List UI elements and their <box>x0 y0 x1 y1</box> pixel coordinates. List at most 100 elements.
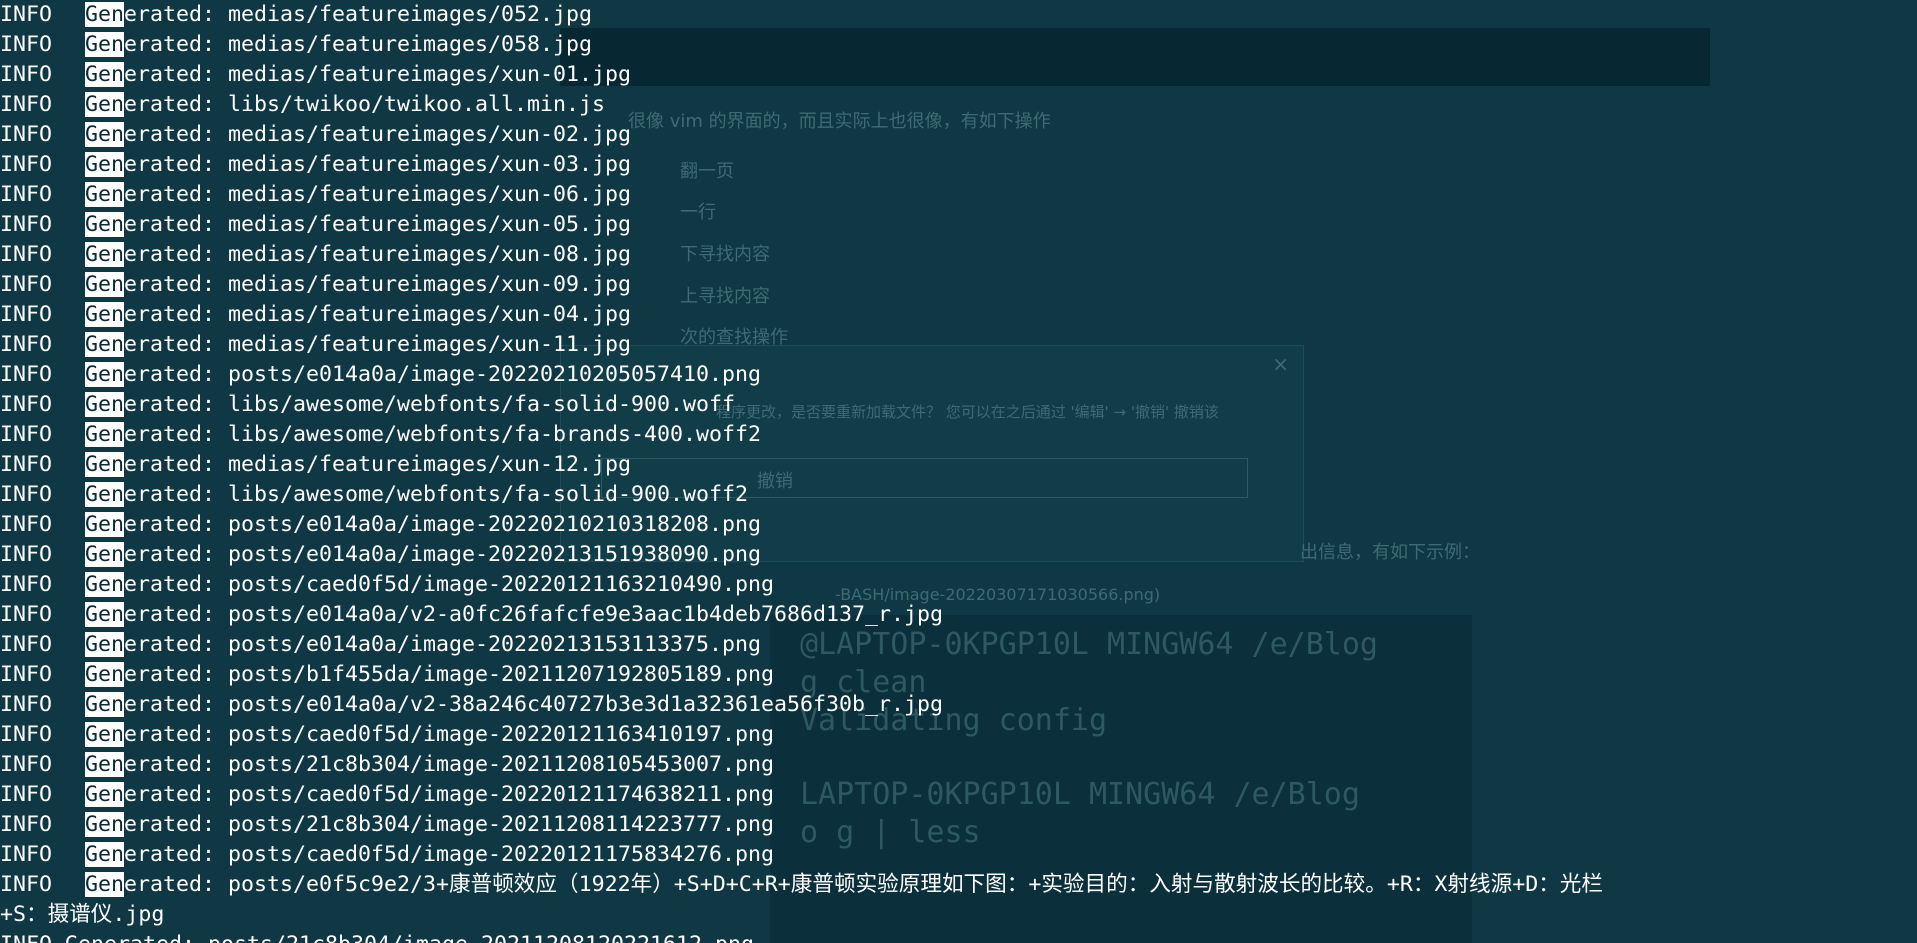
log-path: erated: posts/caed0f5d/image-20220121163… <box>124 572 775 597</box>
log-level: INFO <box>0 182 53 207</box>
log-message: Generated: libs/awesome/webfonts/fa-soli… <box>85 480 748 510</box>
log-path: erated: medias/featureimages/xun-01.jpg <box>124 62 632 87</box>
log-level: INFO <box>0 782 53 807</box>
log-level: INFO <box>0 602 53 627</box>
log-path: erated: posts/e014a0a/image-202202102050… <box>124 362 762 387</box>
log-path: erated: posts/e014a0a/v2-38a246c40727b3e… <box>124 692 944 717</box>
log-path: erated: medias/featureimages/xun-02.jpg <box>124 122 632 147</box>
log-level: INFO <box>0 812 53 837</box>
log-path: erated: libs/twikoo/twikoo.all.min.js <box>124 92 606 117</box>
log-level: INFO <box>0 212 53 237</box>
search-highlight: Gen <box>85 782 125 807</box>
log-path: erated: medias/featureimages/xun-05.jpg <box>124 212 632 237</box>
log-path: erated: posts/e014a0a/v2-a0fc26fafcfe9e3… <box>124 602 944 627</box>
log-level: INFO <box>0 242 53 267</box>
search-highlight: Gen <box>85 62 125 87</box>
search-highlight: Gen <box>85 842 125 867</box>
log-level: INFO <box>0 542 53 567</box>
log-message: Generated: posts/e014a0a/image-202202131… <box>85 540 761 570</box>
log-message: Generated: libs/awesome/webfonts/fa-soli… <box>85 390 735 420</box>
log-level: INFO <box>0 482 53 507</box>
log-level: INFO <box>0 362 53 387</box>
search-highlight: Gen <box>85 92 125 117</box>
log-path: erated: medias/featureimages/xun-03.jpg <box>124 152 632 177</box>
log-path: erated: posts/caed0f5d/image-20220121175… <box>124 842 775 867</box>
log-level: INFO <box>0 692 53 717</box>
search-highlight: Gen <box>85 212 125 237</box>
log-line-partial: INFO Generated: posts/21c8b304/image-202… <box>0 930 754 943</box>
log-level: INFO <box>0 872 53 897</box>
log-level: INFO <box>0 92 53 117</box>
search-highlight: Gen <box>85 722 125 747</box>
log-message: Generated: posts/e014a0a/v2-a0fc26fafcfe… <box>85 600 943 630</box>
search-highlight: Gen <box>85 242 125 267</box>
log-path: erated: medias/featureimages/xun-06.jpg <box>124 182 632 207</box>
search-highlight: Gen <box>85 272 125 297</box>
log-message: Generated: libs/twikoo/twikoo.all.min.js <box>85 90 605 120</box>
search-highlight: Gen <box>85 872 125 897</box>
log-message: Generated: posts/e014a0a/image-202202131… <box>85 630 761 660</box>
search-highlight: Gen <box>85 362 125 387</box>
search-highlight: Gen <box>85 422 125 447</box>
log-line-wrap-continuation: +S：摄谱仪.jpg <box>0 902 165 927</box>
log-path: erated: posts/e014a0a/image-202202131531… <box>124 632 762 657</box>
log-path: erated: medias/featureimages/058.jpg <box>124 32 593 57</box>
log-level: INFO <box>0 662 53 687</box>
log-path: erated: posts/21c8b304/image-20211208114… <box>124 812 775 837</box>
log-level: INFO <box>0 752 53 777</box>
log-path: erated: libs/awesome/webfonts/fa-solid-9… <box>124 482 749 507</box>
log-level: INFO <box>0 272 53 297</box>
log-path: erated: libs/awesome/webfonts/fa-brands-… <box>124 422 762 447</box>
search-highlight: Gen <box>85 512 125 537</box>
log-level: INFO <box>0 512 53 537</box>
log-path: erated: medias/featureimages/052.jpg <box>124 2 593 27</box>
log-level: INFO <box>0 722 53 747</box>
search-highlight: Gen <box>85 752 125 777</box>
log-path: erated: medias/featureimages/xun-11.jpg <box>124 332 632 357</box>
log-message: Generated: medias/featureimages/xun-06.j… <box>85 180 631 210</box>
log-level: INFO <box>0 842 53 867</box>
log-level: INFO <box>0 452 53 477</box>
log-level: INFO <box>0 392 53 417</box>
log-message: Generated: medias/featureimages/xun-03.j… <box>85 150 631 180</box>
log-level: INFO <box>0 332 53 357</box>
log-message: Generated: posts/e014a0a/image-202202102… <box>85 510 761 540</box>
log-message: Generated: posts/21c8b304/image-20211208… <box>85 750 774 780</box>
log-path: erated: medias/featureimages/xun-12.jpg <box>124 452 632 477</box>
log-message: Generated: medias/featureimages/058.jpg <box>85 30 592 60</box>
log-message: Generated: medias/featureimages/xun-04.j… <box>85 300 631 330</box>
log-message: Generated: posts/e014a0a/v2-38a246c40727… <box>85 690 943 720</box>
log-message: Generated: posts/caed0f5d/image-20220121… <box>85 570 774 600</box>
search-highlight: Gen <box>85 2 125 27</box>
log-message: Generated: medias/featureimages/xun-08.j… <box>85 240 631 270</box>
log-message: Generated: libs/awesome/webfonts/fa-bran… <box>85 420 761 450</box>
log-path: erated: medias/featureimages/xun-08.jpg <box>124 242 632 267</box>
log-level: INFO <box>0 302 53 327</box>
log-path: erated: medias/featureimages/xun-09.jpg <box>124 272 632 297</box>
search-highlight: Gen <box>85 692 125 717</box>
log-message: Generated: posts/b1f455da/image-20211207… <box>85 660 774 690</box>
log-level: INFO <box>0 632 53 657</box>
log-message: Generated: posts/caed0f5d/image-20220121… <box>85 840 774 870</box>
log-path: erated: posts/caed0f5d/image-20220121174… <box>124 782 775 807</box>
search-highlight: Gen <box>85 452 125 477</box>
search-highlight: Gen <box>85 32 125 57</box>
log-path: erated: posts/e014a0a/image-202202131519… <box>124 542 762 567</box>
search-highlight: Gen <box>85 122 125 147</box>
log-path: erated: posts/b1f455da/image-20211207192… <box>124 662 775 687</box>
log-message: Generated: posts/caed0f5d/image-20220121… <box>85 720 774 750</box>
log-level: INFO <box>0 62 53 87</box>
log-path: erated: posts/e014a0a/image-202202102103… <box>124 512 762 537</box>
search-highlight: Gen <box>85 332 125 357</box>
search-highlight: Gen <box>85 482 125 507</box>
search-highlight: Gen <box>85 392 125 417</box>
search-highlight: Gen <box>85 632 125 657</box>
search-highlight: Gen <box>85 542 125 567</box>
log-message: Generated: medias/featureimages/052.jpg <box>85 0 592 30</box>
search-highlight: Gen <box>85 302 125 327</box>
terminal-output[interactable]: INFO Generated: medias/featureimages/052.… <box>0 0 1917 943</box>
log-path: erated: posts/e0f5c9e2/3+康普顿效应（1922年）+S+… <box>124 872 1603 897</box>
log-path: erated: posts/caed0f5d/image-20220121163… <box>124 722 775 747</box>
log-level: INFO <box>0 2 53 27</box>
search-highlight: Gen <box>85 602 125 627</box>
